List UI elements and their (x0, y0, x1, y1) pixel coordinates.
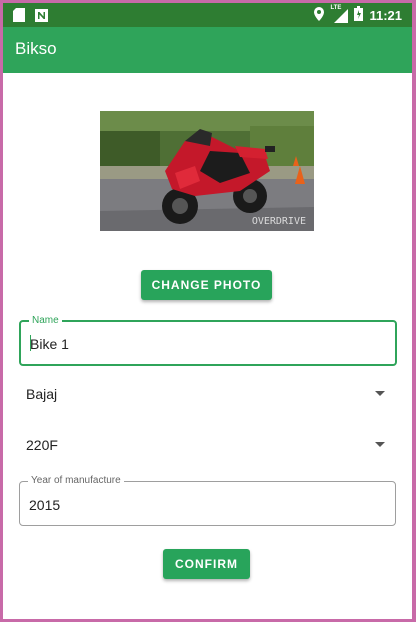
location-icon (314, 6, 325, 24)
year-input-value[interactable]: 2015 (29, 497, 60, 513)
change-photo-button[interactable]: CHANGE PHOTO (141, 270, 272, 300)
model-select[interactable]: 220F (19, 426, 397, 466)
status-bar: LTE 11:21 (3, 3, 412, 27)
name-input-value[interactable]: Bike 1 (30, 336, 69, 352)
status-time: 11:21 (369, 7, 402, 23)
year-label: Year of manufacture (28, 475, 124, 486)
year-field[interactable]: Year of manufacture 2015 (19, 475, 396, 526)
n-notification-icon (35, 8, 48, 27)
lte-signal-icon: LTE (330, 5, 349, 23)
brand-select[interactable]: Bajaj (19, 375, 397, 415)
app-title: Bikso (15, 39, 57, 58)
battery-icon (354, 6, 364, 24)
model-selected-value: 220F (26, 437, 58, 453)
photo-watermark: OVERDRIVE (251, 216, 306, 227)
sd-card-icon (13, 8, 25, 27)
status-bar-left (13, 8, 48, 27)
bike-photo: OVERDRIVE (100, 111, 314, 231)
app-screen: LTE 11:21 Bikso OVERDRIVE CHANGE PHOTO N… (3, 3, 412, 619)
network-label: LTE (330, 5, 342, 11)
name-field[interactable]: Name Bike 1 (19, 315, 397, 366)
name-label: Name (29, 315, 62, 326)
status-bar-right: LTE 11:21 (314, 5, 402, 24)
app-bar: Bikso (3, 27, 412, 73)
confirm-button[interactable]: CONFIRM (163, 549, 250, 579)
brand-dropdown-arrow-icon (375, 391, 385, 396)
brand-selected-value: Bajaj (26, 386, 58, 402)
model-dropdown-arrow-icon (375, 442, 385, 447)
